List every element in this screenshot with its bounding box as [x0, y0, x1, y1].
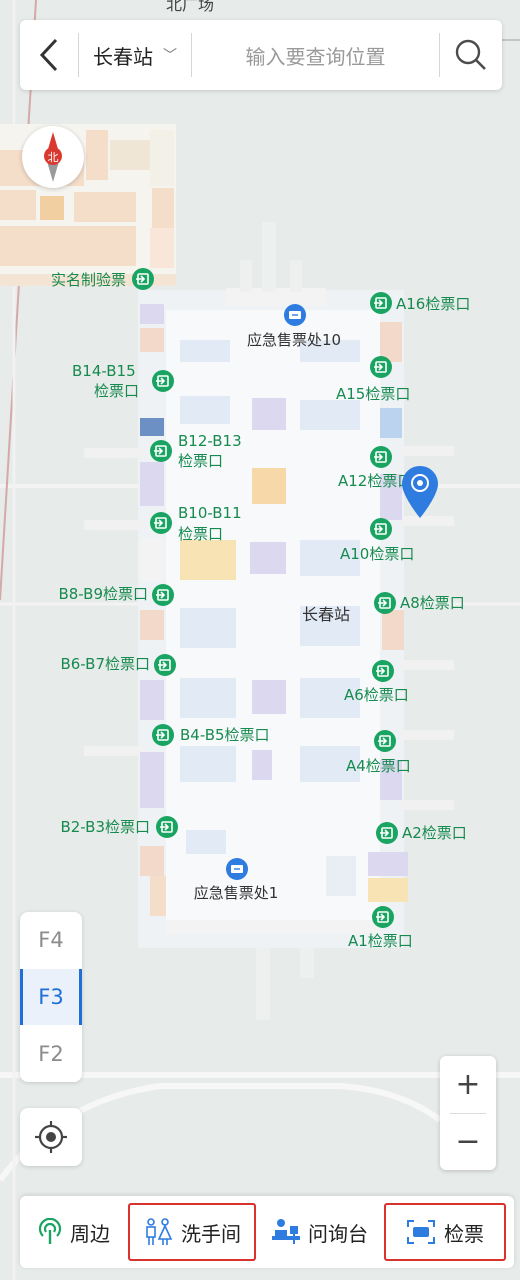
- toilet-label: 洗手间: [181, 1221, 241, 1246]
- compass[interactable]: 北: [22, 126, 84, 188]
- search-bar: 长春站 ﹀ 输入要查询位置: [20, 20, 502, 90]
- ticket-office-icon: [284, 304, 306, 326]
- svg-text:B14-B15: B14-B15: [72, 362, 136, 380]
- svg-text:A4检票口: A4检票口: [346, 757, 411, 775]
- nearby-label: 周边: [70, 1221, 110, 1246]
- svg-text:A2检票口: A2检票口: [402, 824, 467, 842]
- floor-f2[interactable]: F2: [20, 1026, 82, 1082]
- poi-gate-a16[interactable]: A16检票口: [370, 292, 470, 314]
- poi-gate-b2-b3[interactable]: B2-B3检票口: [60, 816, 178, 838]
- gate-icon: [372, 906, 394, 928]
- compass-icon: 北: [44, 132, 62, 182]
- poi-gate-a8[interactable]: A8检票口: [374, 592, 465, 614]
- gate-icon: [152, 584, 174, 606]
- gate-icon: [370, 518, 392, 540]
- station-dropdown-label: 长春站: [93, 44, 153, 69]
- svg-text:实名制验票: 实名制验票: [51, 271, 126, 289]
- gate-icon: [152, 724, 174, 746]
- svg-text:B8-B9检票口: B8-B9检票口: [58, 585, 148, 603]
- svg-text:A16检票口: A16检票口: [396, 295, 470, 313]
- svg-text:A6检票口: A6检票口: [344, 686, 409, 704]
- gate-icon: [370, 446, 392, 468]
- gate-icon: [156, 816, 178, 838]
- chevron-down-icon: ﹀: [163, 48, 177, 64]
- ticket-check-button[interactable]: 检票: [384, 1203, 506, 1261]
- ticket-check-label: 检票: [444, 1221, 484, 1246]
- gate-icon: [132, 268, 154, 290]
- search-button[interactable]: [440, 20, 502, 90]
- zoom-control: + −: [440, 1056, 496, 1170]
- floor-f4[interactable]: F4: [20, 912, 82, 968]
- svg-text:B4-B5检票口: B4-B5检票口: [180, 726, 270, 744]
- floor-f3[interactable]: F3: [20, 969, 82, 1025]
- toilet-button[interactable]: 洗手间: [128, 1203, 256, 1261]
- poi-gate-b6-b7[interactable]: B6-B7检票口: [60, 654, 176, 676]
- locate-icon: [35, 1121, 67, 1153]
- poi-gate-a2[interactable]: A2检票口: [376, 822, 467, 844]
- gate-icon: [150, 512, 172, 534]
- zoom-out-button[interactable]: −: [440, 1113, 496, 1170]
- gate-icon: [370, 292, 392, 314]
- ticket-office-icon: [226, 858, 248, 880]
- svg-text:检票口: 检票口: [94, 382, 139, 400]
- gate-icon: [370, 356, 392, 378]
- svg-text:B2-B3检票口: B2-B3检票口: [60, 818, 150, 836]
- svg-text:A12检票口: A12检票口: [338, 472, 412, 490]
- svg-text:A8检票口: A8检票口: [400, 594, 465, 612]
- svg-text:检票口: 检票口: [178, 525, 223, 543]
- svg-text:A1检票口: A1检票口: [348, 932, 413, 950]
- floor-selector: F4 F3 F2: [20, 912, 82, 1082]
- station-label: 长春站: [302, 605, 350, 624]
- gate-icon: [152, 370, 174, 392]
- svg-text:A10检票口: A10检票口: [340, 545, 414, 563]
- gate-icon: [372, 660, 394, 682]
- area-label: 北广场: [166, 0, 214, 14]
- svg-text:B12-B13: B12-B13: [178, 432, 242, 450]
- gate-icon: [374, 730, 396, 752]
- poi-gate-b4-b5[interactable]: B4-B5检票口: [152, 724, 270, 746]
- gate-icon: [374, 592, 396, 614]
- toilet-icon: [146, 1218, 173, 1245]
- svg-text:应急售票处1: 应急售票处1: [194, 884, 279, 902]
- svg-text:B10-B11: B10-B11: [178, 504, 242, 522]
- svg-text:检票口: 检票口: [178, 452, 223, 470]
- ticket-check-icon: [407, 1220, 435, 1244]
- poi-realname-check[interactable]: 实名制验票: [51, 268, 154, 290]
- compass-north-label: 北: [48, 151, 59, 164]
- svg-text:B6-B7检票口: B6-B7检票口: [60, 655, 150, 673]
- info-desk-icon: [272, 1219, 300, 1244]
- bottom-toolbar: 周边 洗手间 问询台 检票: [20, 1196, 514, 1268]
- back-arrow-icon: [39, 38, 58, 72]
- search-icon: [455, 39, 486, 70]
- station-dropdown[interactable]: 长春站 ﹀: [79, 20, 191, 90]
- search-input[interactable]: 输入要查询位置: [192, 20, 439, 90]
- nearby-button[interactable]: 周边: [20, 1203, 128, 1261]
- gate-icon: [376, 822, 398, 844]
- zoom-in-button[interactable]: +: [440, 1056, 496, 1113]
- gate-icon: [150, 440, 172, 462]
- gate-icon: [154, 654, 176, 676]
- info-desk-label: 问询台: [308, 1221, 368, 1246]
- divider: [450, 1113, 486, 1114]
- info-desk-button[interactable]: 问询台: [256, 1203, 384, 1261]
- poi-gate-b8-b9[interactable]: B8-B9检票口: [58, 584, 174, 606]
- locate-button[interactable]: [20, 1108, 82, 1166]
- svg-text:A15检票口: A15检票口: [336, 385, 410, 403]
- nearby-icon: [38, 1218, 62, 1244]
- svg-text:应急售票处10: 应急售票处10: [247, 331, 341, 349]
- back-button[interactable]: [20, 20, 78, 90]
